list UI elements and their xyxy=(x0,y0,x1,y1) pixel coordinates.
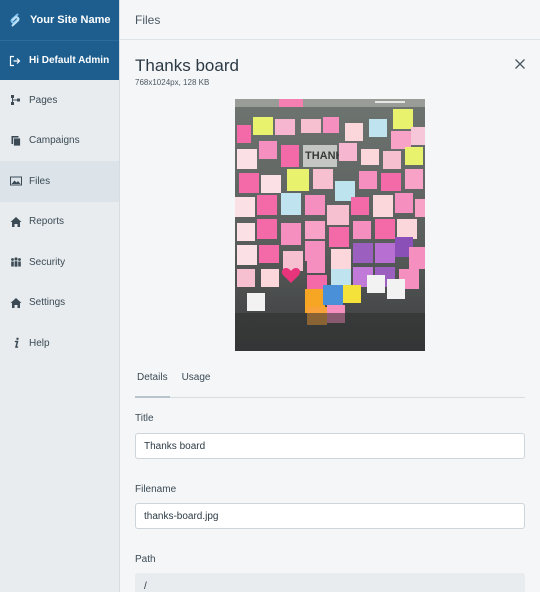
sidebar-item-security[interactable]: Security xyxy=(0,242,119,283)
main-panel: Files Thanks board 768x1024px, 128 KB TH… xyxy=(120,0,540,592)
title-label: Title xyxy=(135,413,154,424)
tab-usage[interactable]: Usage xyxy=(180,366,213,397)
file-dimensions: 768x1024px, 128 KB xyxy=(135,78,210,87)
sidebar-item-reports[interactable]: Reports xyxy=(0,202,119,243)
sidebar-item-label: Settings xyxy=(29,297,66,309)
page-title: Files xyxy=(135,12,161,27)
file-preview-image: THANK xyxy=(235,99,425,351)
sidebar-nav: Pages Campaigns Files Reports Security S… xyxy=(0,80,119,364)
path-label: Path xyxy=(135,554,156,565)
sidebar-item-help[interactable]: Help xyxy=(0,323,119,364)
sidebar-item-label: Campaigns xyxy=(29,135,80,147)
sidebar-item-settings[interactable]: Settings xyxy=(0,283,119,324)
user-greeting-label: Hi Default Admin xyxy=(29,55,110,66)
home-icon xyxy=(10,297,22,309)
photo-wall-lettering: THANK xyxy=(305,150,344,162)
sidebar-item-files[interactable]: Files xyxy=(0,161,119,202)
path-field xyxy=(135,573,525,592)
site-brand[interactable]: Your Site Name xyxy=(0,0,119,40)
file-title: Thanks board xyxy=(135,56,239,75)
tab-details[interactable]: Details xyxy=(135,366,170,398)
image-icon xyxy=(10,175,22,187)
home-icon xyxy=(10,216,22,228)
sidebar-item-label: Pages xyxy=(29,94,58,106)
logout-icon xyxy=(9,55,21,66)
user-greeting[interactable]: Hi Default Admin xyxy=(0,40,119,80)
silverstripe-logo-icon xyxy=(10,13,20,27)
sitemap-icon xyxy=(10,94,22,106)
sidebar-item-label: Security xyxy=(29,256,66,268)
topbar: Files xyxy=(120,0,540,40)
copy-icon xyxy=(10,135,22,147)
sidebar-item-label: Help xyxy=(29,337,50,349)
filename-label: Filename xyxy=(135,484,177,495)
file-header: Thanks board 768x1024px, 128 KB xyxy=(120,40,540,88)
details-tabs: Details Usage xyxy=(135,366,525,398)
close-icon[interactable] xyxy=(514,58,526,70)
users-icon xyxy=(10,256,22,268)
sidebar: Your Site Name Hi Default Admin Pages Ca… xyxy=(0,0,120,592)
sidebar-item-label: Reports xyxy=(29,216,65,228)
filename-field[interactable] xyxy=(135,503,525,529)
title-field[interactable] xyxy=(135,433,525,459)
sidebar-item-label: Files xyxy=(29,175,51,187)
sidebar-item-pages[interactable]: Pages xyxy=(0,80,119,121)
info-icon xyxy=(10,337,22,349)
site-name: Your Site Name xyxy=(30,14,111,26)
sidebar-item-campaigns[interactable]: Campaigns xyxy=(0,121,119,162)
sticky-notes-photo: THANK xyxy=(235,99,425,351)
